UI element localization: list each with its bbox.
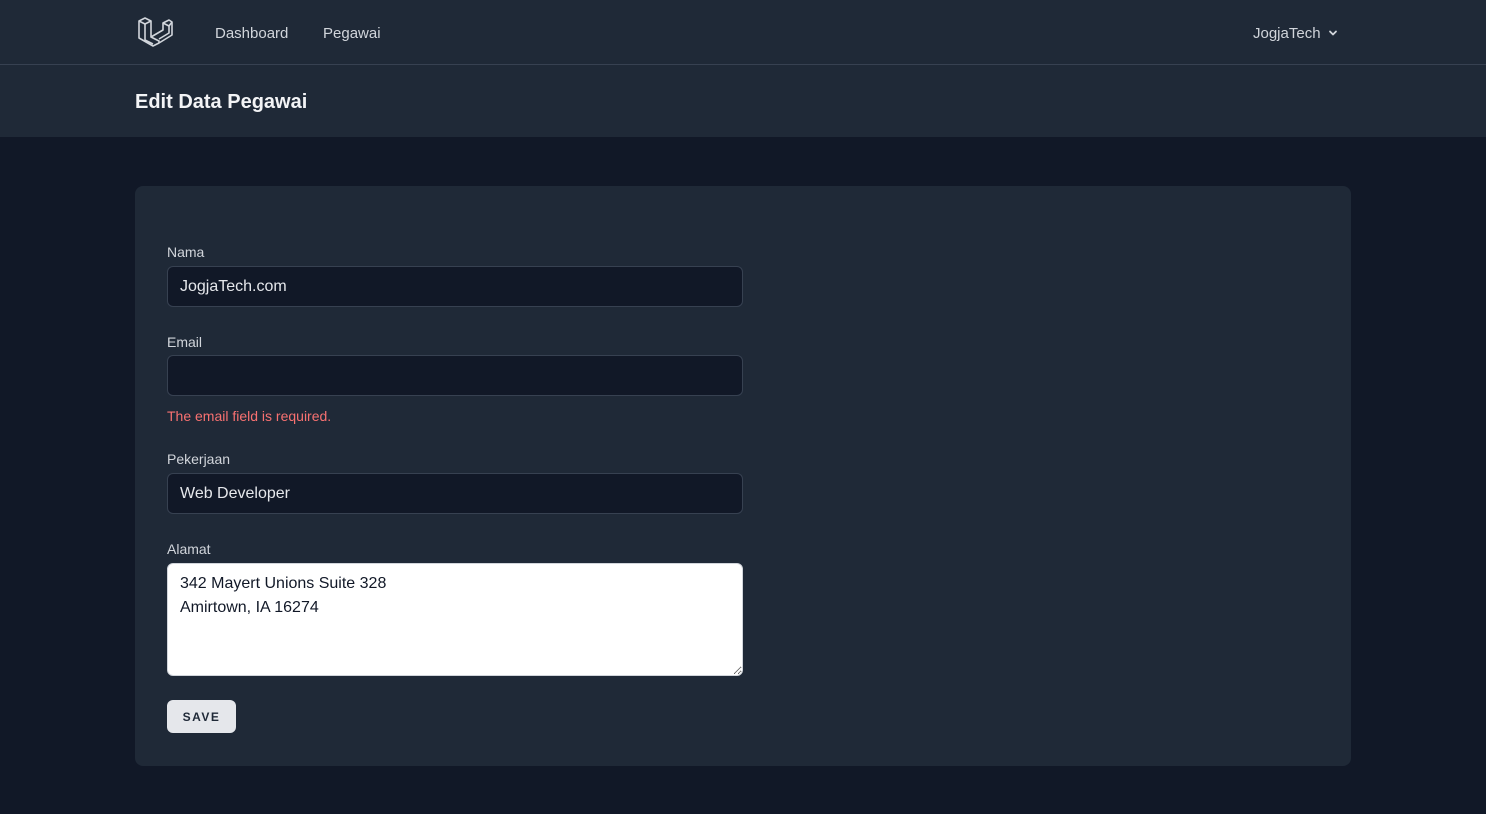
chevron-down-icon: [1328, 30, 1337, 36]
save-button[interactable]: SAVE: [167, 700, 236, 733]
page-title: Edit Data Pegawai: [135, 91, 308, 113]
email-label: Email: [167, 334, 203, 350]
nav-link-pegawai[interactable]: Pegawai: [323, 24, 381, 44]
alamat-label: Alamat: [167, 541, 211, 557]
nav-link-dashboard[interactable]: Dashboard: [215, 24, 288, 44]
email-error-message: The email field is required.: [167, 408, 332, 424]
email-input[interactable]: [167, 355, 743, 396]
edit-form-card: Nama Email The email field is required. …: [135, 186, 1351, 766]
user-name: JogjaTech: [1253, 24, 1321, 42]
user-menu-trigger[interactable]: JogjaTech: [1253, 23, 1339, 43]
pekerjaan-input[interactable]: [167, 473, 743, 514]
nama-input[interactable]: [167, 266, 743, 307]
laravel-logo-icon[interactable]: [137, 15, 173, 49]
pekerjaan-label: Pekerjaan: [167, 451, 231, 467]
alamat-textarea[interactable]: 342 Mayert Unions Suite 328 Amirtown, IA…: [167, 563, 743, 676]
page-header: Edit Data Pegawai: [0, 65, 1486, 137]
nama-label: Nama: [167, 244, 205, 260]
top-navbar: Dashboard Pegawai JogjaTech: [0, 0, 1486, 65]
